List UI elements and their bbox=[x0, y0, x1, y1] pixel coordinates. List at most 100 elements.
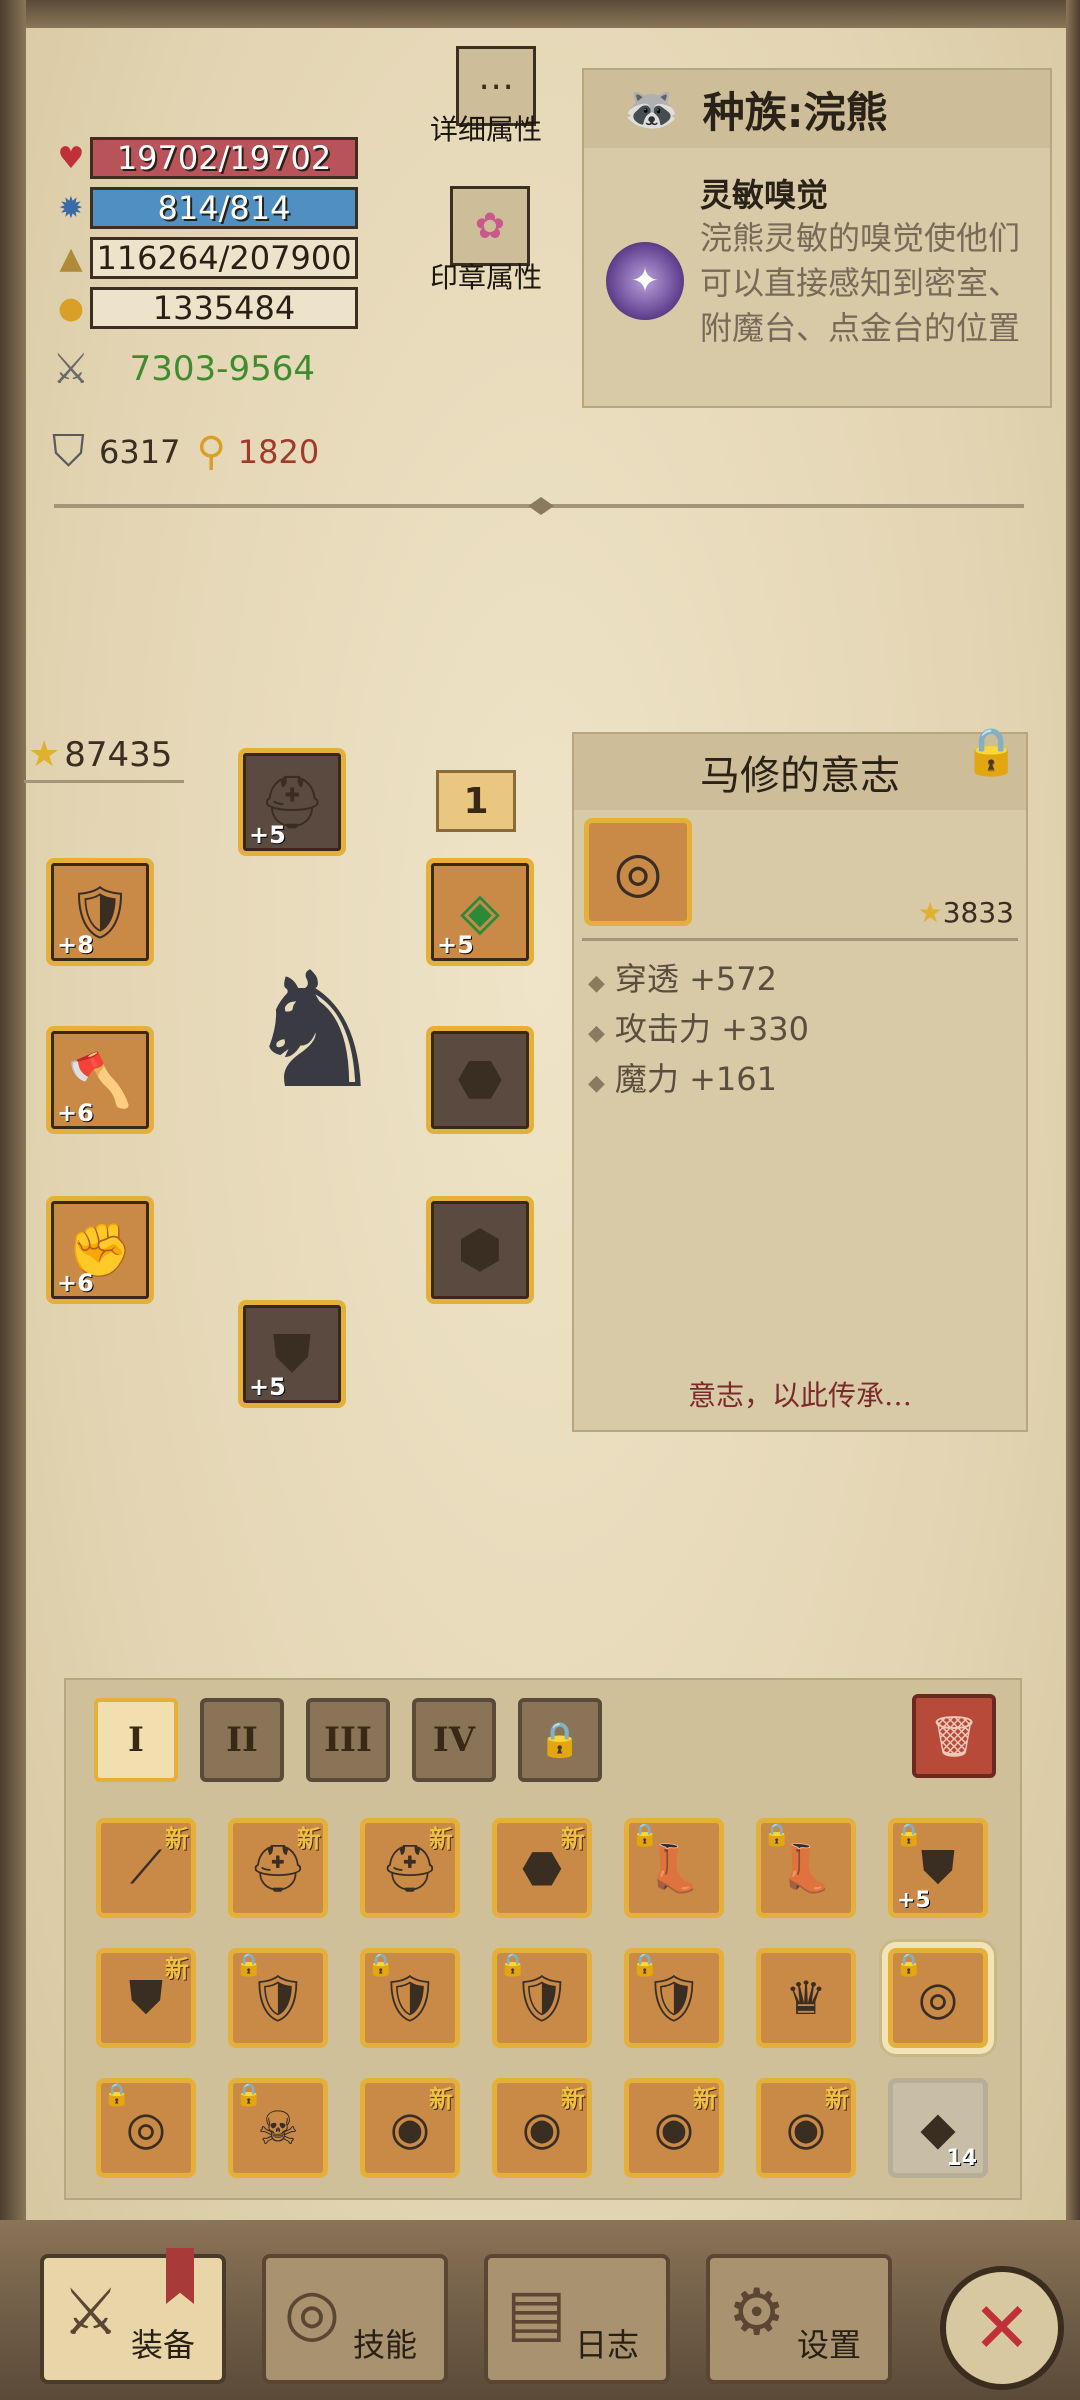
helmet-slot[interactable]: ⛑ +5 bbox=[238, 748, 346, 856]
detail-attributes-label: 详细属性 bbox=[429, 113, 542, 146]
defense-value: 6317 bbox=[99, 432, 181, 471]
new-badge: 新 bbox=[561, 1825, 585, 1853]
attack-value: 7303-9564 bbox=[129, 348, 315, 389]
inventory-item[interactable]: ⛊ 🔒 +5 bbox=[888, 1818, 988, 1918]
lock-icon: 🔒 bbox=[235, 2083, 263, 2108]
item-detail-panel: 马修的意志 🔒 ◎ ★3833 ◆ 穿透 +572 ◆ 攻击力 +330 ◆ 魔力 +… bbox=[572, 724, 1028, 1432]
nav-equipment-label: 装备 bbox=[130, 2326, 195, 2364]
slot-plus: +5 bbox=[437, 931, 474, 959]
nav-skills-label: 技能 bbox=[352, 2326, 417, 2364]
bookmark-ribbon-icon bbox=[166, 2248, 194, 2304]
tab-locked[interactable]: 🔒 bbox=[518, 1698, 602, 1782]
inventory-item[interactable]: ⟋ 新 bbox=[96, 1818, 196, 1918]
inventory-item[interactable]: 🛡 🔒 bbox=[228, 1948, 328, 2048]
gold-row: ● 1335484 bbox=[52, 286, 358, 330]
xp-bar: 116264/207900 bbox=[90, 237, 358, 279]
defense-row: ⛉ 6317 ⚲ 1820 bbox=[52, 426, 319, 477]
inventory-item[interactable]: ☠ 🔒 bbox=[228, 2078, 328, 2178]
chest-armor-slot[interactable]: ⬢ bbox=[426, 1196, 534, 1304]
level-indicator[interactable]: 1 bbox=[436, 770, 516, 832]
inventory-item[interactable]: ◉ 新 bbox=[624, 2078, 724, 2178]
inventory-item[interactable]: ◎ 🔒 bbox=[888, 1948, 988, 2048]
shoulder-slot[interactable]: ⬣ bbox=[426, 1026, 534, 1134]
inventory-item[interactable]: 👢 🔒 bbox=[624, 1818, 724, 1918]
item-power-value: 3833 bbox=[942, 896, 1014, 929]
tab-4[interactable]: IV bbox=[412, 1698, 496, 1782]
inventory-item[interactable]: ⛊ 新 bbox=[96, 1948, 196, 2048]
inventory-item[interactable]: ⛑ 新 bbox=[228, 1818, 328, 1918]
slot-plus: +5 bbox=[249, 1373, 286, 1401]
lock-icon: 🔒 bbox=[538, 1720, 582, 1760]
left-frame bbox=[0, 0, 26, 2400]
power-value: 87435 bbox=[64, 734, 173, 775]
inventory-item[interactable]: ◆ 14 bbox=[888, 2078, 988, 2178]
tab-3[interactable]: III bbox=[306, 1698, 390, 1782]
tab-2[interactable]: II bbox=[200, 1698, 284, 1782]
lock-icon: 🔒 bbox=[631, 1953, 659, 1978]
inventory-item[interactable]: 🛡 🔒 bbox=[624, 1948, 724, 2048]
weapon-slot[interactable]: 🪓 +6 bbox=[46, 1026, 154, 1134]
bracer-icon: 🛡 bbox=[380, 1970, 440, 2025]
ring-icon: ◎ bbox=[613, 839, 663, 905]
close-button[interactable]: ✕ bbox=[940, 2266, 1064, 2390]
boots-icon: 👢 bbox=[777, 1840, 835, 1895]
trait-description: 浣熊灵敏的嗅觉使他们可以直接感知到密室、附魔台、点金台的位置 bbox=[700, 219, 1021, 347]
item-name: 马修的意志 bbox=[574, 734, 1026, 810]
shoulder-icon: ⬣ bbox=[521, 1841, 563, 1895]
spear-icon: ⟋ bbox=[129, 1840, 163, 1894]
trait-title: 灵敏嗅觉 bbox=[700, 176, 829, 214]
star-icon: ★ bbox=[917, 896, 943, 929]
crossed-swords-icon: ⚔ bbox=[52, 344, 90, 393]
inventory-item[interactable]: ♛ bbox=[756, 1948, 856, 2048]
magic-wand-icon: ⚲ bbox=[196, 428, 226, 475]
gauntlet-slot[interactable]: ✊ +6 bbox=[46, 1196, 154, 1304]
nav-settings[interactable]: ⚙ 设置 bbox=[706, 2254, 892, 2384]
hp-row: ♥ 19702/19702 bbox=[52, 136, 358, 180]
trash-button[interactable]: 🗑 bbox=[912, 1694, 996, 1778]
inventory-item[interactable]: ⛑ 新 bbox=[360, 1818, 460, 1918]
nav-log-label: 日志 bbox=[574, 2326, 639, 2364]
attack-row: ⚔ 7303-9564 bbox=[52, 344, 315, 393]
eye-shield-icon: ◉ bbox=[389, 2101, 431, 2155]
magic-value: 1820 bbox=[237, 432, 320, 471]
attribute-text: 穿透 +572 bbox=[614, 960, 777, 998]
seal-attributes-label: 印章属性 bbox=[429, 261, 542, 294]
top-frame bbox=[0, 0, 1080, 28]
gold-icon: ● bbox=[57, 290, 85, 326]
shield-icon: ⛉ bbox=[52, 426, 85, 477]
item-quote: 意志，以此传承… bbox=[687, 1379, 912, 1412]
eye-shield-icon: ◉ bbox=[521, 2101, 563, 2155]
leg-armor-slot[interactable]: ⛊ +5 bbox=[238, 1300, 346, 1408]
inventory-item[interactable]: 🛡 🔒 bbox=[360, 1948, 460, 2048]
nav-skills[interactable]: ◎ 技能 bbox=[262, 2254, 448, 2384]
inventory-item[interactable]: 🛡 🔒 bbox=[492, 1948, 592, 2048]
bracer-slot[interactable]: 🛡 +8 bbox=[46, 858, 154, 966]
right-frame bbox=[1066, 0, 1080, 2400]
inventory-item[interactable]: 👢 🔒 bbox=[756, 1818, 856, 1918]
race-header: 🦝 种族:浣熊 bbox=[584, 70, 1050, 148]
nav-equipment[interactable]: ⚔ 装备 bbox=[40, 2248, 226, 2384]
crown-icon: ♛ bbox=[785, 1971, 827, 2025]
lock-icon: 🔒 bbox=[631, 1823, 659, 1848]
raccoon-icon: 🦝 bbox=[624, 84, 679, 135]
dots-icon: ⋯ bbox=[478, 65, 514, 107]
inventory-item[interactable]: ◉ 新 bbox=[756, 2078, 856, 2178]
new-badge: 新 bbox=[825, 2085, 849, 2113]
trait-icon[interactable]: ✦ bbox=[606, 242, 684, 320]
armored-knight-icon: ♞ bbox=[243, 936, 387, 1124]
lock-icon[interactable]: 🔒 bbox=[963, 724, 1020, 779]
necklace-slot[interactable]: ◈ +5 bbox=[426, 858, 534, 966]
seal-attributes-button[interactable]: ✿ bbox=[450, 186, 530, 266]
inventory-item[interactable]: ◎ 🔒 bbox=[96, 2078, 196, 2178]
item-thumbnail: ◎ bbox=[584, 818, 692, 926]
nav-log[interactable]: ▤ 日志 bbox=[484, 2254, 670, 2384]
slot-plus: +6 bbox=[57, 1269, 94, 1297]
bracer-icon: 🛡 bbox=[512, 1970, 572, 2025]
inventory-item[interactable]: ◉ 新 bbox=[492, 2078, 592, 2178]
ring-icon: ◎ bbox=[917, 1971, 959, 2025]
tab-1[interactable]: I bbox=[94, 1698, 178, 1782]
slot-plus: +6 bbox=[57, 1099, 94, 1127]
inventory-item[interactable]: ◉ 新 bbox=[360, 2078, 460, 2178]
xp-row: ▲ 116264/207900 bbox=[52, 236, 358, 280]
inventory-item[interactable]: ⬣ 新 bbox=[492, 1818, 592, 1918]
